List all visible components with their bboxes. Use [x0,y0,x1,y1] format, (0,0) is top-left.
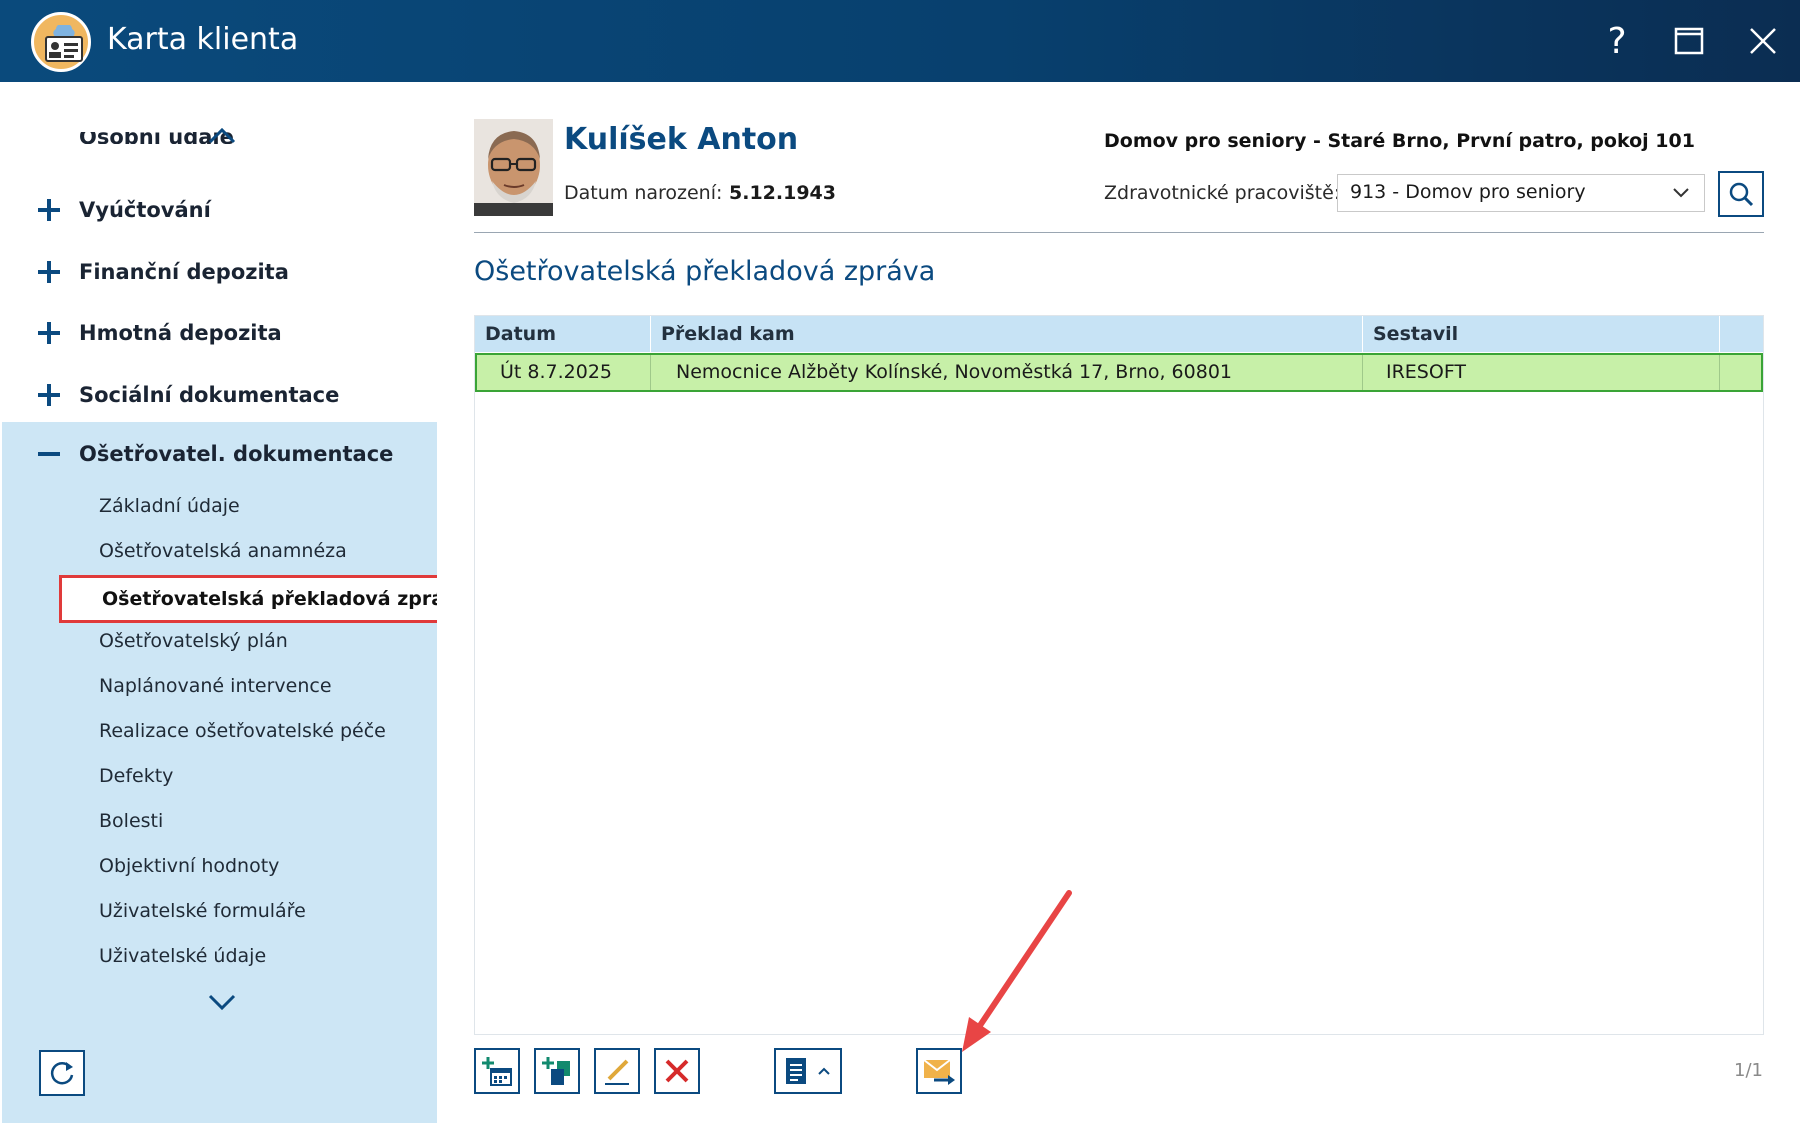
client-card-icon [31,12,91,72]
table-row[interactable]: Út 8.7.2025 Nemocnice Alžběty Kolínské, … [475,353,1763,392]
transfer-report-table: Datum Překlad kam Sestavil Út 8.7.2025 N… [474,315,1764,1035]
sidebar-subitem-osetrovatelska-anamneza[interactable]: Ošetřovatelská anamnéza [99,540,347,562]
client-name: Kulíšek Anton [564,122,799,157]
column-separator [1719,316,1720,352]
delete-record-button[interactable] [654,1048,700,1094]
page-indicator: 1/1 [1734,1060,1763,1081]
sidebar-subitem-prekladova-zprava[interactable]: Ošetřovatelská překladová zpráva [59,575,437,623]
expand-icon [38,384,60,406]
sidebar-group-label: Sociální dokumentace [79,383,340,407]
sidebar-item-vyuctovani[interactable]: Vyúčtování [2,179,437,241]
column-header-sestavil[interactable]: Sestavil [1363,316,1719,352]
sidebar-subitem-realizace-pece[interactable]: Realizace ošetřovatelské péče [99,720,386,742]
cell-separator [1719,355,1720,390]
title-bar: Karta klienta ? [0,0,1800,82]
sidebar-group-label: Finanční depozita [79,260,289,284]
header-divider [474,232,1764,233]
sidebar-group-label: Ošetřovatel. dokumentace [79,442,394,466]
caret-up-icon [818,1067,830,1075]
dob-label: Datum narození: [564,182,723,204]
sidebar: Osobní údaje Vyúčtování Finanční depozit… [2,82,437,1123]
search-button[interactable] [1718,171,1764,217]
sidebar-subitem-zakladni-udaje[interactable]: Základní údaje [99,495,240,517]
scroll-up-button[interactable] [202,122,242,146]
table-header: Datum Překlad kam Sestavil [475,316,1763,352]
client-photo [474,119,553,216]
sidebar-nav: Osobní údaje Vyúčtování Finanční depozit… [2,82,437,987]
sidebar-subitem-defekty[interactable]: Defekty [99,765,173,787]
add-calendar-icon [482,1057,512,1086]
expand-icon [38,261,60,283]
window-title: Karta klienta [107,22,299,57]
cell-preklad-kam: Nemocnice Alžběty Kolínské, Novoměstká 1… [676,361,1233,383]
workplace-select[interactable]: 913 - Domov pro seniory [1337,174,1705,212]
edit-record-button[interactable] [594,1048,640,1094]
column-header-preklad-kam[interactable]: Překlad kam [651,316,1362,352]
help-button[interactable]: ? [1594,18,1640,64]
dob-value: 5.12.1943 [729,182,836,204]
collapse-icon [38,443,60,465]
sidebar-subitem-bolesti[interactable]: Bolesti [99,810,163,832]
sidebar-item-hmotna-depozita[interactable]: Hmotná depozita [2,302,437,364]
search-icon [1729,182,1754,207]
sidebar-subitem-objektivni-hodnoty[interactable]: Objektivní hodnoty [99,855,279,877]
chevron-down-icon [208,994,236,1011]
cell-datum: Út 8.7.2025 [500,361,613,383]
sidebar-subitem-naplanovane-intervence[interactable]: Naplánované intervence [99,675,332,697]
sidebar-group-label: Hmotná depozita [79,321,282,345]
copy-record-button[interactable] [534,1048,580,1094]
mail-send-icon [923,1059,955,1085]
workplace-label: Zdravotnické pracoviště: [1104,182,1341,204]
refresh-icon [50,1062,74,1085]
sidebar-group-label: Vyúčtování [79,198,211,222]
sidebar-subitem-osetrovatelsky-plan[interactable]: Ošetřovatelský plán [99,630,288,652]
cell-sestavil: IRESOFT [1386,361,1467,383]
help-icon: ? [1607,20,1627,62]
refresh-button[interactable] [39,1050,85,1096]
sidebar-subitem-uzivatelske-formulare[interactable]: Uživatelské formuláře [99,900,306,922]
expand-icon [38,199,60,221]
close-icon [1750,28,1776,54]
cell-separator [650,355,651,390]
print-menu-button[interactable] [774,1048,842,1094]
pencil-icon [605,1059,629,1085]
maximize-button[interactable] [1666,18,1712,64]
chevron-down-icon [1673,188,1689,198]
workplace-value: 913 - Domov pro seniory [1350,181,1586,203]
expand-icon [38,322,60,344]
client-location: Domov pro seniory - Staré Brno, První pa… [1104,130,1695,152]
column-header-datum[interactable]: Datum [475,316,650,352]
sidebar-item-osetrovatel-dokumentace[interactable]: Ošetřovatel. dokumentace [2,423,437,485]
main-content: Kulíšek Anton Datum narození: 5.12.1943 … [437,82,1800,1123]
section-title: Ošetřovatelská překladová zpráva [474,256,936,287]
sidebar-item-financni-depozita[interactable]: Finanční depozita [2,241,437,303]
document-icon [786,1058,806,1084]
delete-icon [665,1059,689,1083]
cell-separator [1362,355,1363,390]
send-message-button[interactable] [916,1048,962,1094]
maximize-icon [1674,27,1704,55]
chevron-up-icon [208,127,236,144]
copy-add-icon [542,1057,570,1085]
sidebar-subitem-uzivatelske-udaje[interactable]: Uživatelské údaje [99,945,266,967]
close-button[interactable] [1740,18,1786,64]
scroll-down-button[interactable] [202,990,242,1014]
sidebar-item-socialni-dokumentace[interactable]: Sociální dokumentace [2,364,437,426]
add-record-button[interactable] [474,1048,520,1094]
